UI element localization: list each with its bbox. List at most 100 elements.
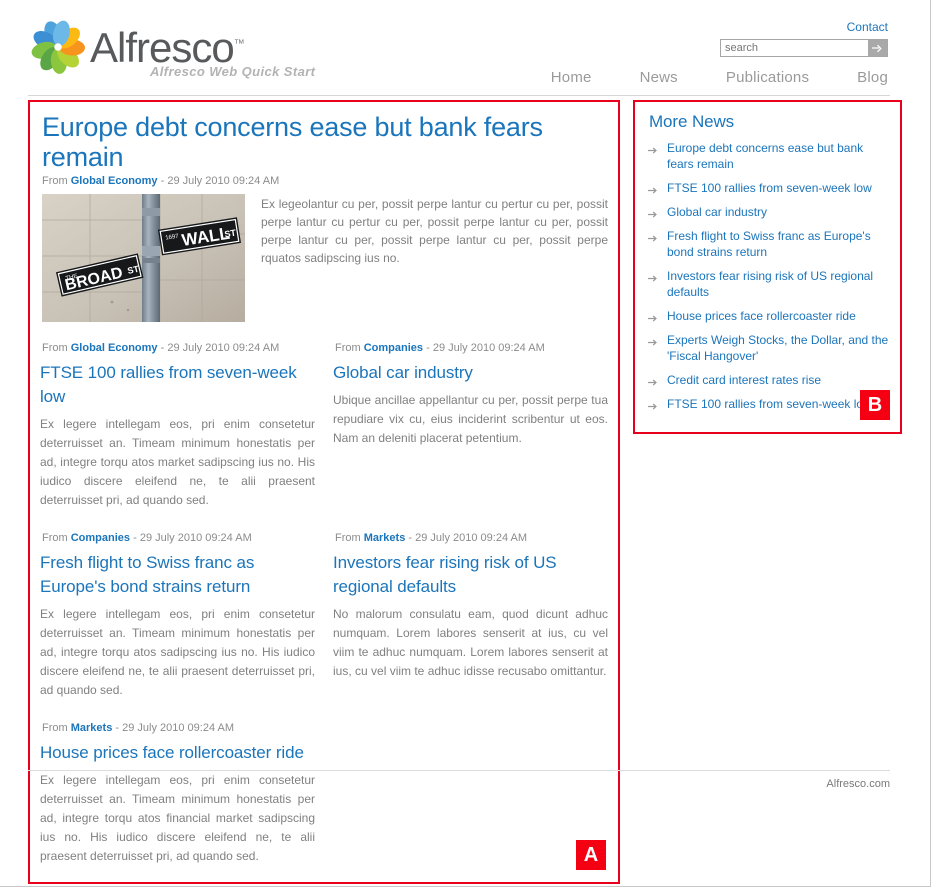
main-navigation: Home News Publications Blog	[527, 69, 888, 86]
more-news-region: More News Europe debt concerns ease but …	[633, 100, 902, 434]
article-card: From Markets - 29 July 2010 09:24 AM Hou…	[40, 722, 315, 866]
byline-section-link[interactable]: Markets	[71, 722, 113, 734]
byline-date: 29 July 2010 09:24 AM	[432, 342, 545, 354]
article-body: Ex legere intellegam eos, pri enim conse…	[40, 417, 315, 507]
nav-item-home[interactable]: Home	[527, 69, 616, 86]
more-news-link[interactable]: House prices face rollercoaster ride	[667, 309, 856, 323]
list-item: Experts Weigh Stocks, the Dollar, and th…	[647, 332, 890, 364]
more-news-link[interactable]: Credit card interest rates rise	[667, 373, 821, 387]
list-item: Europe debt concerns ease but bank fears…	[647, 140, 890, 172]
svg-text:ST: ST	[224, 228, 237, 240]
article-body: No malorum consulatu eam, quod dicunt ad…	[333, 607, 608, 678]
footer-text: Alfresco.com	[826, 778, 890, 790]
byline-separator: -	[160, 342, 165, 354]
more-news-list: Europe debt concerns ease but bank fears…	[647, 140, 890, 412]
article-title[interactable]: FTSE 100 rallies from seven-week low	[40, 361, 315, 409]
main-news-region: Europe debt concerns ease but bank fears…	[28, 100, 620, 884]
byline-date: 29 July 2010 09:24 AM	[122, 722, 235, 734]
arrow-right-icon	[648, 231, 659, 242]
byline-from-label: From	[42, 175, 68, 187]
content-area: Europe debt concerns ease but bank fears…	[0, 100, 930, 884]
arrow-right-icon	[648, 375, 659, 386]
arrow-right-icon	[648, 335, 659, 346]
byline-from-label: From	[335, 532, 361, 544]
article-body: Ubique ancillae appellantur cu per, poss…	[333, 393, 608, 445]
arrow-right-icon	[648, 271, 659, 282]
search-submit-button[interactable]	[868, 39, 888, 57]
site-header: Alfresco™ Alfresco Web Quick Start Conta…	[0, 0, 930, 100]
article-byline: From Global Economy - 29 July 2010 09:24…	[42, 342, 315, 354]
byline-separator: -	[133, 532, 137, 544]
byline-from-label: From	[335, 342, 361, 354]
article-byline: From Companies - 29 July 2010 09:24 AM	[335, 342, 608, 354]
arrow-right-icon	[648, 143, 659, 154]
byline-section-link[interactable]: Companies	[364, 342, 423, 354]
list-item: Fresh flight to Swiss franc as Europe's …	[647, 228, 890, 260]
byline-date: 29 July 2010 09:24 AM	[167, 342, 280, 354]
byline-from-label: From	[42, 722, 68, 734]
more-news-link[interactable]: Experts Weigh Stocks, the Dollar, and th…	[667, 333, 888, 363]
article-byline: From Markets - 29 July 2010 09:24 AM	[335, 532, 608, 544]
list-item: Credit card interest rates rise	[647, 372, 890, 388]
article-card: From Companies - 29 July 2010 09:24 AM F…	[40, 532, 315, 700]
header-divider	[28, 95, 890, 96]
byline-from-label: From	[42, 342, 68, 354]
alfresco-pinwheel-logo-icon	[30, 20, 86, 74]
arrow-right-icon	[872, 44, 882, 52]
site-footer: Alfresco.com	[28, 770, 890, 790]
more-news-link[interactable]: Global car industry	[667, 205, 767, 219]
lead-article: Europe debt concerns ease but bank fears…	[40, 112, 608, 322]
nav-item-blog[interactable]: Blog	[833, 69, 888, 86]
logo-tagline: Alfresco Web Quick Start	[150, 64, 316, 79]
byline-section-link[interactable]: Companies	[71, 532, 130, 544]
lead-article-body: Ex legeolantur cu per, possit perpe lant…	[261, 197, 608, 265]
logo-wordmark: Alfresco™	[90, 24, 245, 71]
byline-from-label: From	[42, 532, 68, 544]
byline-separator: -	[426, 342, 430, 354]
article-row-3: From Markets - 29 July 2010 09:24 AM Hou…	[40, 722, 608, 866]
lead-article-image[interactable]: WALL ST 1697 BROAD ST THE	[42, 194, 245, 322]
more-news-link[interactable]: FTSE 100 rallies from seven-week low	[667, 181, 872, 195]
more-news-link[interactable]: Fresh flight to Swiss franc as Europe's …	[667, 229, 871, 259]
more-news-link[interactable]: Investors fear rising risk of US regiona…	[667, 269, 873, 299]
lead-article-title[interactable]: Europe debt concerns ease but bank fears…	[42, 112, 608, 172]
byline-date: 29 July 2010 09:24 AM	[167, 175, 280, 187]
list-item: House prices face rollercoaster ride	[647, 308, 890, 324]
nav-item-publications[interactable]: Publications	[702, 69, 833, 86]
article-title[interactable]: Fresh flight to Swiss franc as Europe's …	[40, 551, 315, 599]
byline-separator: -	[160, 175, 165, 187]
byline-separator: -	[115, 722, 120, 734]
more-news-link[interactable]: Europe debt concerns ease but bank fears…	[667, 141, 863, 171]
list-item: FTSE 100 rallies from seven-week low	[647, 396, 890, 412]
article-row-1: From Global Economy - 29 July 2010 09:24…	[40, 342, 608, 510]
byline-section-link[interactable]: Markets	[364, 532, 406, 544]
article-card: From Markets - 29 July 2010 09:24 AM Inv…	[333, 532, 608, 700]
list-item: Investors fear rising risk of US regiona…	[647, 268, 890, 300]
article-card: From Global Economy - 29 July 2010 09:24…	[40, 342, 315, 510]
article-title[interactable]: Global car industry	[333, 361, 608, 385]
article-row-2: From Companies - 29 July 2010 09:24 AM F…	[40, 532, 608, 700]
search-input[interactable]	[720, 39, 868, 57]
article-byline: From Markets - 29 July 2010 09:24 AM	[42, 722, 315, 734]
byline-section-link[interactable]: Global Economy	[71, 342, 158, 354]
article-title[interactable]: House prices face rollercoaster ride	[40, 741, 315, 765]
site-logo[interactable]: Alfresco™ Alfresco Web Quick Start	[30, 20, 315, 79]
search-form	[628, 39, 888, 57]
trademark-symbol: ™	[233, 38, 245, 50]
more-news-link[interactable]: FTSE 100 rallies from seven-week low	[667, 397, 872, 411]
byline-section-link[interactable]: Global Economy	[71, 175, 158, 187]
arrow-right-icon	[648, 207, 659, 218]
contact-link[interactable]: Contact	[847, 20, 888, 34]
byline-date: 29 July 2010 09:24 AM	[415, 532, 528, 544]
header-utility-area: Contact	[628, 18, 888, 57]
lead-article-byline: From Global Economy - 29 July 2010 09:24…	[42, 175, 608, 187]
annotation-marker-a: A	[576, 840, 606, 870]
annotation-marker-b: B	[860, 390, 890, 420]
arrow-right-icon	[648, 183, 659, 194]
list-item: Global car industry	[647, 204, 890, 220]
article-title[interactable]: Investors fear rising risk of US regiona…	[333, 551, 608, 599]
byline-date: 29 July 2010 09:24 AM	[139, 532, 252, 544]
arrow-right-icon	[648, 399, 659, 410]
byline-separator: -	[408, 532, 413, 544]
nav-item-news[interactable]: News	[616, 69, 702, 86]
